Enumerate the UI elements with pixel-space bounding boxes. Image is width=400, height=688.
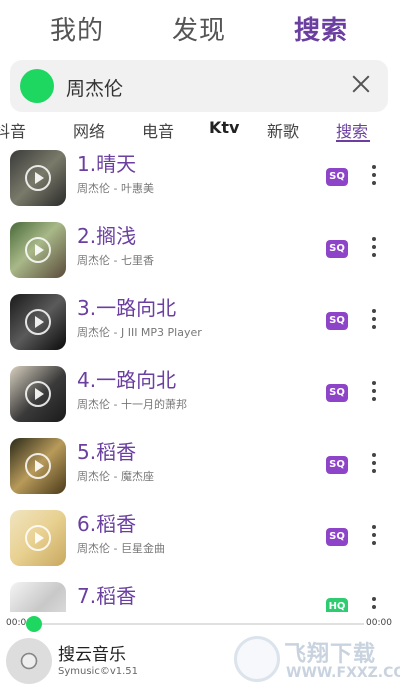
quality-badge: SQ bbox=[326, 240, 348, 258]
song-title: 5.稻香 bbox=[77, 440, 137, 464]
song-item[interactable]: 2.搁浅 周杰伦 - 七里香 SQ bbox=[0, 218, 400, 290]
play-icon[interactable] bbox=[25, 381, 51, 407]
quality-badge: SQ bbox=[326, 384, 348, 402]
album-cover bbox=[10, 510, 66, 566]
song-title: 7.稻香 bbox=[77, 584, 137, 608]
search-bar[interactable]: 周杰伦 bbox=[10, 60, 388, 112]
quality-badge: SQ bbox=[326, 456, 348, 474]
song-item[interactable]: 4.一路向北 周杰伦 - 十一月的萧邦 SQ bbox=[0, 362, 400, 434]
tab-discover[interactable]: 发现 bbox=[172, 10, 226, 47]
song-title: 4.一路向北 bbox=[77, 368, 177, 392]
source-tab-new-songs[interactable]: 新歌 bbox=[267, 118, 299, 142]
source-tab-ktv[interactable]: Ktv bbox=[209, 118, 239, 137]
active-tab-underline bbox=[336, 140, 370, 142]
app-title: 搜云音乐 bbox=[58, 645, 126, 665]
quality-badge: SQ bbox=[326, 168, 348, 186]
song-artist: 周杰伦 - 巨星金曲 bbox=[77, 542, 165, 555]
source-tab-bar: 抖音 网络 电音 Ktv 新歌 搜索 bbox=[0, 116, 400, 144]
play-icon[interactable] bbox=[25, 525, 51, 551]
song-title: 2.搁浅 bbox=[77, 224, 137, 248]
song-title: 3.一路向北 bbox=[77, 296, 177, 320]
song-artist: 周杰伦 - 七里香 bbox=[77, 254, 154, 267]
play-icon[interactable] bbox=[25, 453, 51, 479]
album-cover bbox=[10, 294, 66, 350]
close-icon[interactable] bbox=[348, 71, 374, 97]
song-item[interactable]: 6.稻香 周杰伦 - 巨星金曲 SQ bbox=[0, 506, 400, 578]
more-icon[interactable] bbox=[364, 452, 384, 476]
tab-search[interactable]: 搜索 bbox=[294, 10, 348, 47]
song-item[interactable]: 1.晴天 周杰伦 - 叶惠美 SQ bbox=[0, 146, 400, 218]
source-tab-douyin[interactable]: 抖音 bbox=[0, 118, 26, 142]
more-icon[interactable] bbox=[364, 236, 384, 260]
total-time: 00:00 bbox=[366, 618, 392, 628]
source-tab-search[interactable]: 搜索 bbox=[336, 118, 368, 142]
source-tab-network[interactable]: 网络 bbox=[73, 118, 105, 142]
quality-badge: SQ bbox=[326, 528, 348, 546]
now-playing-cover[interactable] bbox=[6, 638, 52, 684]
more-icon[interactable] bbox=[364, 308, 384, 332]
progress-thumb[interactable] bbox=[26, 616, 42, 632]
song-item[interactable]: 3.一路向北 周杰伦 - J III MP3 Player SQ bbox=[0, 290, 400, 362]
progress-track[interactable] bbox=[34, 623, 364, 625]
more-icon[interactable] bbox=[364, 596, 384, 612]
watermark-url: WWW.FXXZ.COM bbox=[286, 665, 400, 681]
song-item[interactable]: 5.稻香 周杰伦 - 魔杰座 SQ bbox=[0, 434, 400, 506]
quality-badge: SQ bbox=[326, 312, 348, 330]
song-artist: 周杰伦 - J III MP3 Player bbox=[77, 326, 202, 339]
album-cover bbox=[10, 222, 66, 278]
play-icon[interactable] bbox=[25, 237, 51, 263]
song-item[interactable]: 7.稻香 HQ bbox=[0, 578, 400, 612]
album-cover bbox=[10, 366, 66, 422]
album-cover bbox=[10, 582, 66, 612]
song-artist: 周杰伦 - 十一月的萧邦 bbox=[77, 398, 187, 411]
song-artist: 周杰伦 - 魔杰座 bbox=[77, 470, 154, 483]
more-icon[interactable] bbox=[364, 524, 384, 548]
watermark: 飞翔下载 WWW.FXXZ.COM bbox=[230, 636, 400, 686]
top-tab-bar: 我的 发现 搜索 bbox=[0, 0, 400, 56]
more-icon[interactable] bbox=[364, 164, 384, 188]
play-icon[interactable] bbox=[25, 309, 51, 335]
song-title: 1.晴天 bbox=[77, 152, 137, 176]
source-tab-electronic[interactable]: 电音 bbox=[142, 118, 174, 142]
album-cover bbox=[10, 438, 66, 494]
watermark-logo-icon bbox=[234, 636, 280, 682]
mini-player[interactable]: 搜云音乐 Symusic©v1.51 飞翔下载 WWW.FXXZ.COM bbox=[0, 634, 400, 688]
quality-badge: HQ bbox=[326, 598, 348, 612]
search-avatar-icon bbox=[20, 69, 54, 103]
album-cover bbox=[10, 150, 66, 206]
song-title: 6.稻香 bbox=[77, 512, 137, 536]
song-artist: 周杰伦 - 叶惠美 bbox=[77, 182, 154, 195]
play-icon[interactable] bbox=[25, 165, 51, 191]
search-input[interactable]: 周杰伦 bbox=[66, 74, 123, 101]
watermark-text: 飞翔下载 bbox=[284, 642, 377, 667]
tab-mine[interactable]: 我的 bbox=[50, 10, 104, 47]
progress-bar: 00:00 00:00 bbox=[0, 612, 400, 636]
app-version: Symusic©v1.51 bbox=[58, 666, 139, 677]
more-icon[interactable] bbox=[364, 380, 384, 404]
